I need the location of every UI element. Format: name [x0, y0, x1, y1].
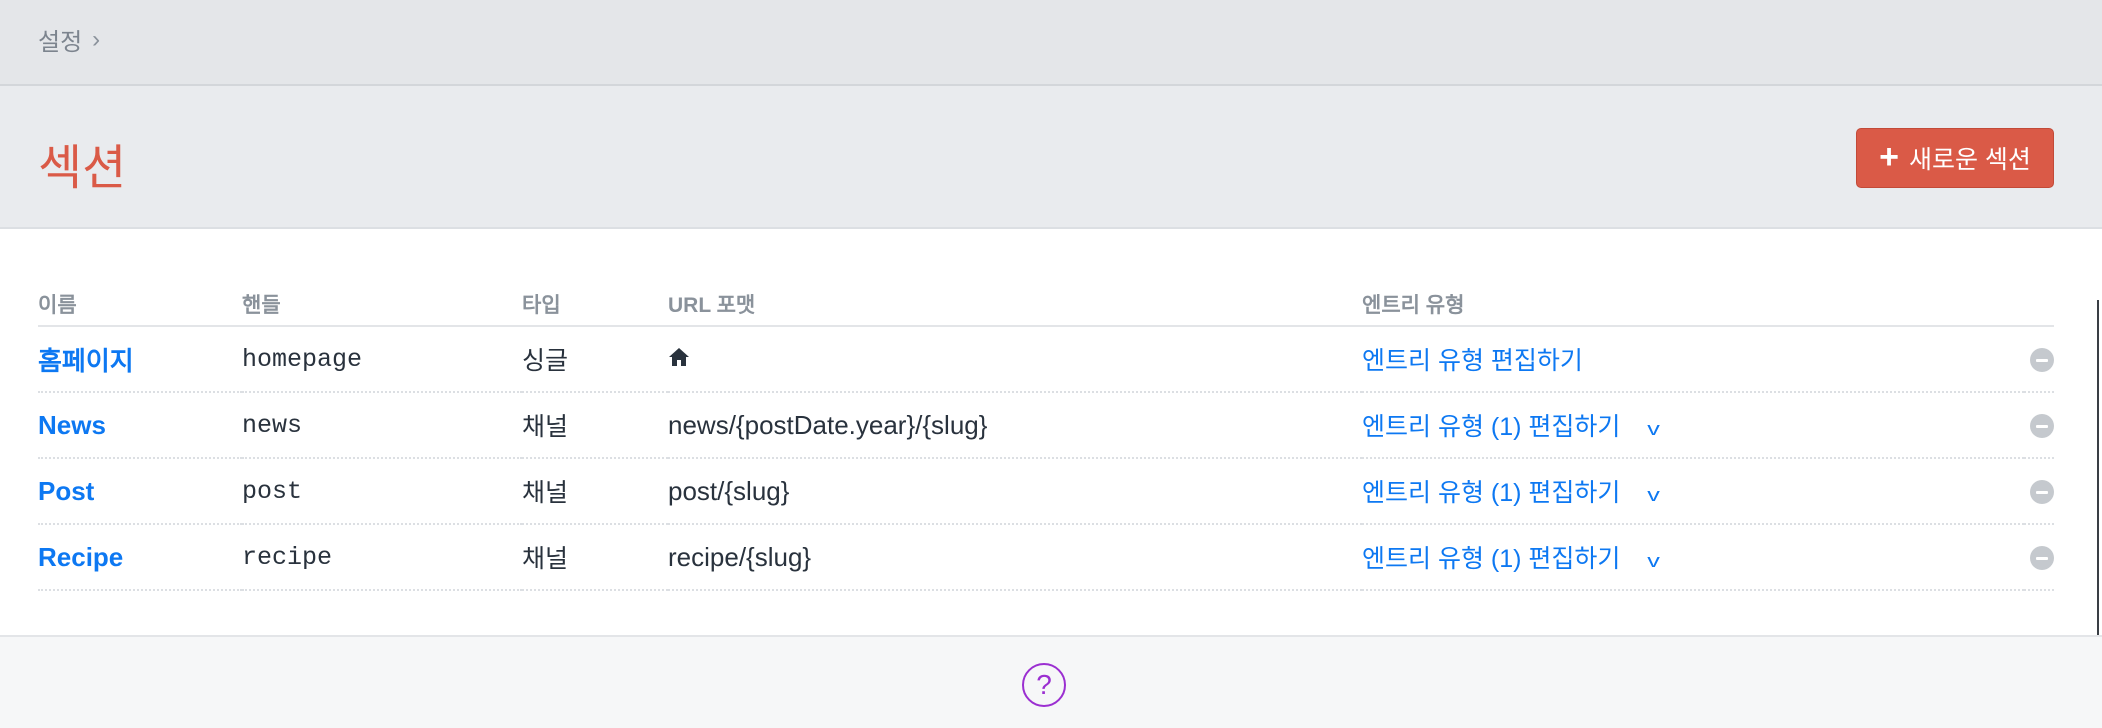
table-row: News news 채널 news/{postDate.year}/{slug}… — [38, 392, 2054, 459]
plus-icon: + — [1879, 137, 1899, 176]
sections-table: 이름 핸들 타입 URL 포맷 엔트리 유형 홈페이지 homepage 싱글 … — [38, 283, 2054, 591]
column-header-actions — [2024, 283, 2054, 327]
delete-section-icon[interactable] — [2030, 347, 2054, 372]
section-type: 싱글 — [522, 347, 569, 375]
edit-entry-types-link[interactable]: 엔트리 유형 (1) 편집하기 — [1362, 545, 1620, 573]
edit-entry-types-link[interactable]: 엔트리 유형 편집하기 — [1362, 347, 1583, 375]
section-name-link[interactable]: News — [38, 410, 106, 440]
section-handle: post — [242, 477, 303, 506]
new-section-button[interactable]: + 새로운 섹션 — [1856, 128, 2054, 188]
help-icon[interactable]: ? — [1022, 663, 1066, 707]
chevron-right-icon: › — [92, 25, 101, 53]
footer: ? — [0, 635, 2102, 728]
section-url-format: news/{postDate.year}/{slug} — [668, 409, 988, 440]
section-type: 채널 — [522, 479, 569, 507]
column-header-url-format[interactable]: URL 포맷 — [668, 283, 1362, 327]
table-row: Recipe recipe 채널 recipe/{slug} 엔트리 유형 (1… — [38, 524, 2054, 591]
section-type: 채널 — [522, 413, 569, 441]
column-header-handle[interactable]: 핸들 — [242, 283, 522, 327]
top-bar: 설정 › — [0, 0, 2102, 86]
delete-section-icon[interactable] — [2030, 479, 2054, 504]
page-title: 섹션 — [38, 142, 127, 195]
section-handle: news — [242, 411, 303, 440]
column-header-entry-types[interactable]: 엔트리 유형 — [1362, 283, 2024, 327]
home-icon — [668, 345, 690, 373]
edit-entry-types-link[interactable]: 엔트리 유형 (1) 편집하기 — [1362, 413, 1620, 441]
column-header-name[interactable]: 이름 — [38, 283, 242, 327]
table-header-row: 이름 핸들 타입 URL 포맷 엔트리 유형 — [38, 283, 2054, 327]
section-type: 채널 — [522, 545, 569, 573]
new-section-label: 새로운 섹션 — [1908, 146, 2031, 174]
table-row: 홈페이지 homepage 싱글 엔트리 유형 편집하기 — [38, 326, 2054, 393]
delete-section-icon[interactable] — [2030, 413, 2054, 438]
table-row: Post post 채널 post/{slug} 엔트리 유형 (1) 편집하기… — [38, 458, 2054, 525]
edit-entry-types-link[interactable]: 엔트리 유형 (1) 편집하기 — [1362, 479, 1620, 507]
breadcrumb: 설정 › — [38, 22, 100, 57]
delete-section-icon[interactable] — [2030, 545, 2054, 570]
breadcrumb-settings-link[interactable]: 설정 — [38, 22, 82, 57]
section-handle: recipe — [242, 543, 333, 572]
page-header: 섹션 + 새로운 섹션 — [0, 86, 2102, 229]
page-edge-line — [2097, 300, 2099, 635]
section-name-link[interactable]: Post — [38, 476, 94, 506]
sections-content: 이름 핸들 타입 URL 포맷 엔트리 유형 홈페이지 homepage 싱글 … — [0, 229, 2102, 635]
section-url-format: post/{slug} — [668, 475, 790, 506]
section-name-link[interactable]: 홈페이지 — [38, 346, 134, 376]
section-name-link[interactable]: Recipe — [38, 542, 123, 572]
column-header-type[interactable]: 타입 — [522, 283, 668, 327]
section-handle: homepage — [242, 345, 363, 374]
chevron-down-icon[interactable]: v — [1648, 419, 1661, 440]
section-url-format: recipe/{slug} — [668, 541, 812, 572]
chevron-down-icon[interactable]: v — [1648, 551, 1661, 572]
chevron-down-icon[interactable]: v — [1648, 485, 1661, 506]
